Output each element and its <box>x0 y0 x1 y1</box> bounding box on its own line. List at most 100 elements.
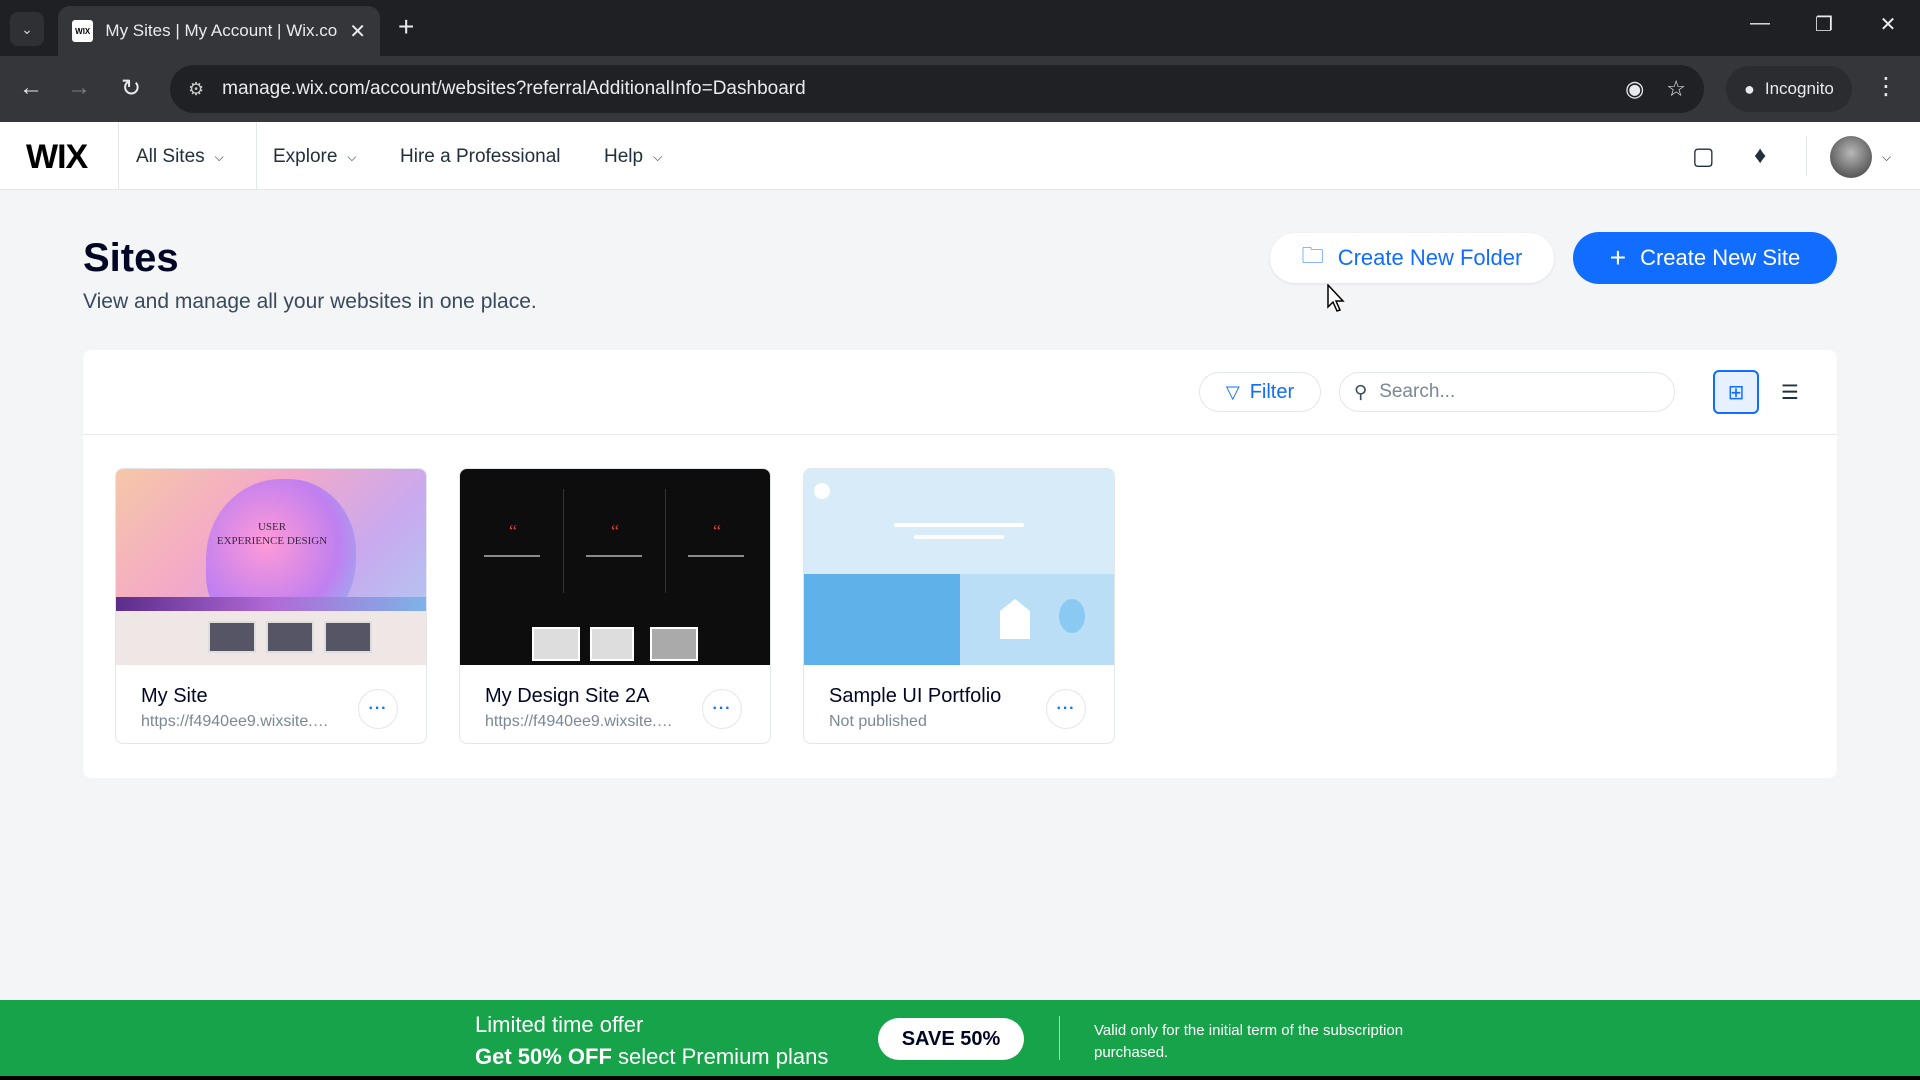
site-settings-icon[interactable]: ⚙ <box>188 79 204 100</box>
thumbnail-graphic <box>484 555 540 557</box>
tab-title: My Sites | My Account | Wix.com <box>105 21 338 40</box>
thumbnail-graphic <box>814 483 830 499</box>
nav-label: Hire a Professional <box>400 146 561 167</box>
omnibox[interactable]: ⚙ manage.wix.com/account/websites?referr… <box>170 65 1704 113</box>
browser-address-bar: ← → ↻ ⚙ manage.wix.com/account/websites?… <box>0 56 1920 122</box>
filter-icon: ▽ <box>1225 381 1240 402</box>
more-actions-button[interactable]: ··· <box>702 689 742 729</box>
quote-icon: “ <box>713 521 721 541</box>
grid-icon: ⊞ <box>1727 381 1745 404</box>
nav-label: Help <box>604 146 644 167</box>
promo-banner: Limited time offer Get 50% OFF select Pr… <box>0 1000 1920 1076</box>
wix-header: WIX All Sites ⌵ Explore ⌵ Hire a Profess… <box>0 122 1920 190</box>
minimize-icon[interactable]: — <box>1740 12 1780 35</box>
thumbnail-graphic: “ <box>666 489 768 593</box>
chevron-down-icon: ⌵ <box>214 149 224 164</box>
new-tab-icon[interactable]: + <box>398 12 414 42</box>
thumbnail-graphic: “ <box>462 489 564 593</box>
incognito-icon: ● <box>1744 78 1755 99</box>
browser-tab-bar: ⌄ WIX My Sites | My Account | Wix.com ✕ … <box>0 0 1920 56</box>
forward-icon[interactable]: → <box>62 74 96 102</box>
close-tab-icon[interactable]: ✕ <box>349 19 366 44</box>
nav-label: Explore <box>273 146 338 167</box>
site-thumbnail[interactable] <box>804 469 1114 665</box>
search-input[interactable] <box>1379 381 1640 403</box>
sites-panel: ▽ Filter ⚲ ⊞ ☰ USER EXPERIENCE DESIGN My… <box>83 350 1837 778</box>
chevron-down-icon: ⌵ <box>347 149 357 164</box>
window-close-icon[interactable]: ✕ <box>1868 12 1908 37</box>
site-status: Not published <box>829 713 927 730</box>
incognito-badge[interactable]: ● Incognito <box>1726 66 1852 112</box>
nav-label: All Sites <box>136 146 205 167</box>
list-view-toggle[interactable]: ☰ <box>1767 370 1813 414</box>
thumbnail-graphic <box>116 597 426 611</box>
promo-note: Valid only for the initial term of the s… <box>1094 1022 1404 1061</box>
nav-explore[interactable]: Explore ⌵ <box>273 146 357 168</box>
grid-view-toggle[interactable]: ⊞ <box>1713 370 1759 414</box>
chat-icon[interactable]: ▢ <box>1692 142 1715 171</box>
wix-logo[interactable]: WIX <box>26 138 88 177</box>
filter-button[interactable]: ▽ Filter <box>1199 372 1321 412</box>
browser-tab[interactable]: WIX My Sites | My Account | Wix.com ✕ <box>58 6 380 56</box>
site-card[interactable]: USER EXPERIENCE DESIGN My Site https://f… <box>115 468 427 744</box>
site-name[interactable]: My Site <box>141 685 208 708</box>
create-new-folder-button[interactable]: 🗀 Create New Folder <box>1270 233 1554 283</box>
browser-menu-icon[interactable]: ⋮ <box>1874 72 1898 101</box>
save-50-button[interactable]: SAVE 50% <box>878 1018 1024 1060</box>
mouse-cursor-icon <box>1327 284 1345 312</box>
site-name[interactable]: Sample UI Portfolio <box>829 685 1001 708</box>
chevron-down-icon[interactable]: ⌵ <box>1882 150 1891 165</box>
quote-icon: “ <box>611 521 619 541</box>
thumbnail-graphic <box>586 555 642 557</box>
nav-hire-professional[interactable]: Hire a Professional <box>400 146 561 168</box>
notifications-bell-icon[interactable]: ♦ <box>1754 142 1766 170</box>
plus-icon: + <box>1609 242 1627 273</box>
sites-toolbar: ▽ Filter ⚲ ⊞ ☰ <box>83 350 1837 435</box>
folder-plus-icon: 🗀 <box>1301 243 1324 268</box>
chevron-down-icon: ⌄ <box>21 20 33 37</box>
incognito-label: Incognito <box>1764 79 1834 98</box>
thumbnail-graphic <box>650 627 698 661</box>
site-card[interactable]: “ “ “ My Design Site 2A https://f4940ee9… <box>459 468 771 744</box>
thumbnail-text: EXPERIENCE DESIGN <box>216 535 328 547</box>
header-divider <box>118 122 119 190</box>
reload-icon[interactable]: ↻ <box>114 74 148 103</box>
restore-icon[interactable]: ❐ <box>1804 12 1844 37</box>
site-card[interactable]: Sample UI Portfolio Not published ··· <box>803 468 1115 744</box>
thumbnail-graphic: “ <box>564 489 666 593</box>
more-actions-button[interactable]: ··· <box>1046 689 1086 729</box>
filter-label: Filter <box>1249 380 1295 403</box>
site-thumbnail[interactable]: “ “ “ <box>460 469 770 665</box>
nav-help[interactable]: Help ⌵ <box>604 146 662 168</box>
thumbnail-text: USER <box>257 521 287 533</box>
promo-offer: Get 50% OFF select Premium plans <box>475 1044 828 1070</box>
search-box[interactable]: ⚲ <box>1339 372 1675 412</box>
search-icon: ⚲ <box>1354 381 1368 402</box>
thumbnail-graphic <box>1059 599 1085 633</box>
tracking-protection-icon[interactable]: ◉ <box>1625 76 1644 102</box>
list-icon: ☰ <box>1781 381 1799 404</box>
thumbnail-graphic <box>532 627 580 661</box>
site-url: https://f4940ee9.wixsite.com/my-design-s… <box>485 713 675 730</box>
create-new-site-button[interactable]: + Create New Site <box>1573 232 1837 284</box>
thumbnail-graphic <box>266 621 314 653</box>
bookmark-star-icon[interactable]: ☆ <box>1666 76 1686 102</box>
thumbnail-graphic <box>960 574 1114 665</box>
bottom-edge <box>0 1076 1920 1080</box>
page-subtitle: View and manage all your websites in one… <box>83 290 537 313</box>
chevron-down-icon: ⌵ <box>653 149 663 164</box>
url-text[interactable]: manage.wix.com/account/websites?referral… <box>222 78 1603 100</box>
back-icon[interactable]: ← <box>14 74 48 102</box>
thumbnail-graphic <box>804 574 960 665</box>
avatar[interactable] <box>1830 136 1872 178</box>
site-name[interactable]: My Design Site 2A <box>485 685 650 708</box>
promo-divider <box>1059 1016 1060 1060</box>
thumbnail-graphic <box>914 535 1004 539</box>
thumbnail-graphic <box>324 621 372 653</box>
site-thumbnail[interactable]: USER EXPERIENCE DESIGN <box>116 469 426 665</box>
thumbnail-graphic <box>208 621 256 653</box>
create-site-label: Create New Site <box>1640 245 1801 270</box>
nav-all-sites[interactable]: All Sites ⌵ <box>136 146 224 168</box>
more-actions-button[interactable]: ··· <box>358 689 398 729</box>
tab-search-button[interactable]: ⌄ <box>10 12 44 46</box>
